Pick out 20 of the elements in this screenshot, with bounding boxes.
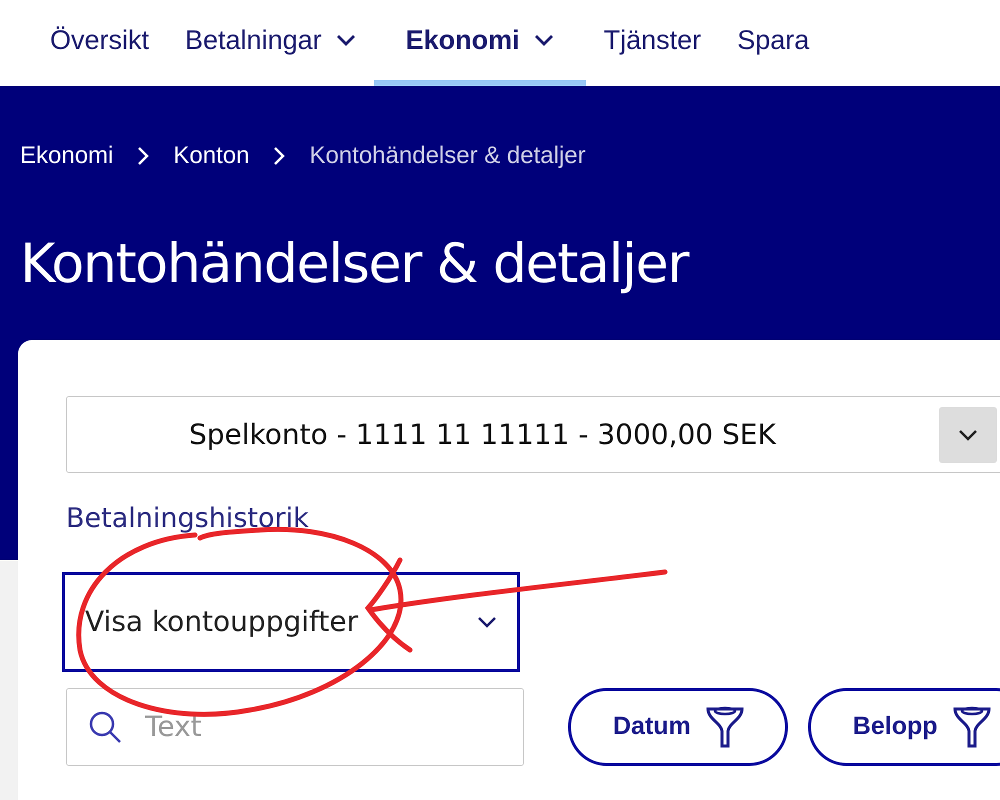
nav-tab[interactable]: Spara bbox=[719, 0, 828, 86]
page-title: Kontohändelser & detaljer bbox=[20, 232, 690, 297]
section-label: Betalningshistorik bbox=[66, 502, 309, 536]
filter-button[interactable]: Datum bbox=[568, 688, 788, 766]
nav-tab[interactable]: Betalningar bbox=[167, 0, 374, 86]
funnel-icon bbox=[952, 704, 992, 748]
breadcrumb-link[interactable]: Konton bbox=[173, 138, 250, 174]
funnel-icon bbox=[704, 704, 745, 748]
caret-icon bbox=[477, 616, 497, 628]
chevron-icon bbox=[273, 146, 286, 166]
caret-icon bbox=[939, 407, 997, 463]
search-field[interactable]: Text bbox=[66, 688, 524, 766]
account-select[interactable]: Spelkonto - 1111 11 11111 - 3000,00 SEK bbox=[66, 396, 1000, 473]
chevron-icon bbox=[137, 146, 150, 166]
view-select[interactable]: Visa kontouppgifter bbox=[62, 572, 520, 672]
breadcrumb-link[interactable]: Ekonomi bbox=[20, 138, 114, 174]
nav-tab[interactable]: Tjänster bbox=[586, 0, 720, 86]
breadcrumb-current: Kontohändelser & detaljer bbox=[309, 141, 586, 171]
filter-button[interactable]: Belopp bbox=[808, 688, 1000, 766]
nav-tab[interactable]: Översikt bbox=[32, 0, 168, 86]
